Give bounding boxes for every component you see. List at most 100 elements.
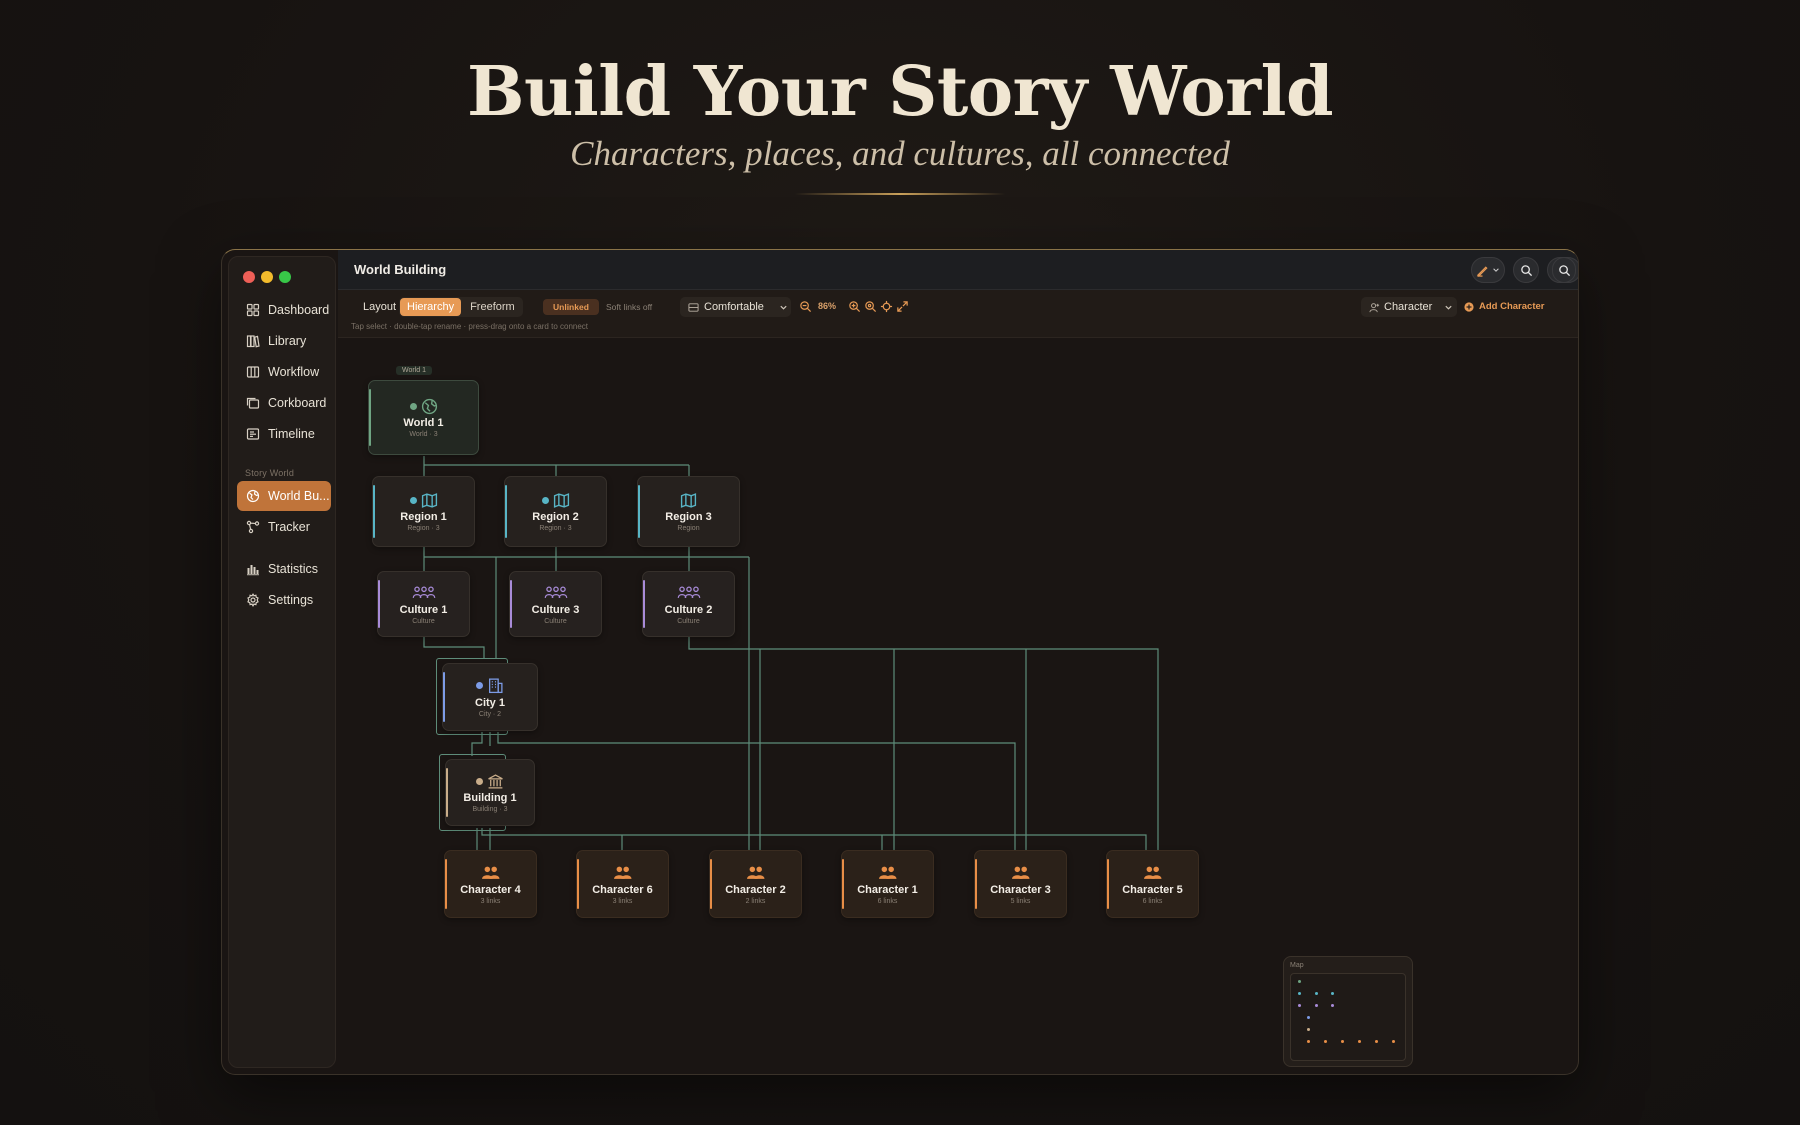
node-accent — [378, 580, 380, 628]
minimap-dot — [1298, 1004, 1301, 1007]
node-icon-row — [613, 864, 632, 882]
node-label: Character 4 — [460, 883, 521, 896]
people-group-icon — [412, 586, 435, 598]
people-icon — [1012, 866, 1030, 879]
node-icon-row — [476, 772, 504, 790]
node-accent — [446, 768, 448, 817]
node-icon-row — [878, 864, 897, 882]
map-icon — [680, 492, 697, 508]
status-dot — [409, 496, 417, 504]
building-node[interactable]: Building 1 Building · 3 — [445, 759, 535, 826]
node-icon-row — [541, 491, 570, 509]
minimap-dot — [1307, 1028, 1310, 1031]
hero-title: Build Your Story World — [467, 52, 1334, 132]
node-icon-row — [476, 677, 504, 695]
node-icon-row — [544, 584, 568, 602]
node-sublabel: Region · 3 — [539, 525, 572, 532]
node-accent — [445, 859, 447, 909]
node-accent — [638, 485, 640, 538]
node-label: Building 1 — [463, 792, 517, 804]
status-dot — [476, 682, 483, 689]
node-icon-row — [409, 491, 438, 509]
character-node[interactable]: Character 3 5 links — [974, 850, 1067, 918]
minimap-dot — [1298, 992, 1301, 995]
world-tag: World 1 — [396, 366, 432, 375]
minimap-dot — [1324, 1040, 1327, 1043]
building-city-icon — [489, 678, 503, 694]
node-accent — [1107, 859, 1109, 909]
minimap-dot — [1392, 1040, 1395, 1043]
node-label: Character 2 — [725, 883, 786, 896]
map-icon — [421, 492, 437, 508]
node-label: World 1 — [403, 417, 444, 429]
world-node[interactable]: World 1 World · 3 — [368, 380, 479, 455]
node-sublabel: Building · 3 — [472, 806, 508, 813]
minimap-dot — [1315, 992, 1318, 995]
people-icon — [879, 866, 897, 879]
node-accent — [505, 485, 507, 538]
people-icon — [747, 866, 765, 879]
character-node[interactable]: Character 1 6 links — [841, 850, 934, 918]
people-icon — [482, 866, 500, 879]
character-node[interactable]: Character 2 2 links — [709, 850, 802, 918]
minimap-dot — [1331, 1004, 1334, 1007]
minimap[interactable]: Map — [1283, 956, 1413, 1067]
link-building-bus — [481, 828, 1147, 850]
minimap-dot — [1331, 992, 1334, 995]
city-node[interactable]: City 1 City · 2 — [442, 663, 538, 731]
people-group-icon — [677, 586, 700, 598]
minimap-dot — [1307, 1016, 1310, 1019]
region-node[interactable]: Region 3 Region — [637, 476, 740, 547]
link-culture1-city — [423, 636, 485, 659]
minimap-dot — [1375, 1040, 1378, 1043]
status-dot — [409, 402, 417, 410]
link-city-building — [471, 732, 491, 756]
hero-subtitle: Characters, places, and cultures, all co… — [570, 134, 1230, 173]
node-icon-row — [481, 864, 500, 882]
minimap-dot — [1358, 1040, 1361, 1043]
node-accent — [510, 580, 512, 628]
region-node[interactable]: Region 2 Region · 3 — [504, 476, 607, 547]
node-label: Culture 1 — [399, 603, 448, 616]
node-icon-row — [1143, 864, 1162, 882]
culture-node[interactable]: Culture 1 Culture — [377, 571, 470, 637]
node-accent — [577, 859, 579, 909]
character-node[interactable]: Character 5 6 links — [1106, 850, 1199, 918]
region-node[interactable]: Region 1 Region · 3 — [372, 476, 475, 547]
link-world-regions — [423, 456, 690, 477]
node-sublabel: Culture — [677, 617, 700, 625]
node-sublabel: Region · 3 — [407, 525, 440, 532]
node-accent — [373, 485, 375, 538]
minimap-dot — [1307, 1040, 1310, 1043]
node-accent — [369, 389, 371, 446]
hero-divider — [795, 193, 1005, 195]
node-icon-row — [412, 584, 436, 602]
minimap-title: Map — [1290, 962, 1304, 969]
node-sublabel: Culture — [412, 617, 435, 625]
character-node[interactable]: Character 6 3 links — [576, 850, 669, 918]
node-sublabel: 5 links — [1010, 897, 1031, 905]
character-node[interactable]: Character 4 3 links — [444, 850, 537, 918]
node-label: Region 2 — [532, 511, 579, 523]
culture-node[interactable]: Culture 3 Culture — [509, 571, 602, 637]
status-dot — [476, 777, 483, 785]
node-sublabel: 2 links — [745, 897, 766, 905]
node-label: Character 1 — [857, 883, 918, 896]
node-sublabel: 3 links — [612, 897, 633, 905]
node-label: City 1 — [475, 696, 505, 709]
node-label: Character 5 — [1122, 883, 1183, 896]
node-label: Culture 2 — [664, 603, 713, 616]
node-accent — [710, 859, 712, 909]
node-accent — [443, 672, 445, 722]
node-sublabel: Region — [677, 525, 700, 532]
culture-node[interactable]: Culture 2 Culture — [642, 571, 735, 637]
node-label: Region 1 — [400, 511, 447, 523]
node-sublabel: 3 links — [480, 897, 501, 905]
globe-icon — [421, 398, 437, 414]
minimap-dot — [1341, 1040, 1344, 1043]
node-icon-row — [680, 491, 697, 509]
node-sublabel: 6 links — [877, 897, 898, 905]
node-icon-row — [1011, 864, 1030, 882]
minimap-dot — [1315, 1004, 1318, 1007]
node-sublabel: City · 2 — [478, 710, 502, 718]
